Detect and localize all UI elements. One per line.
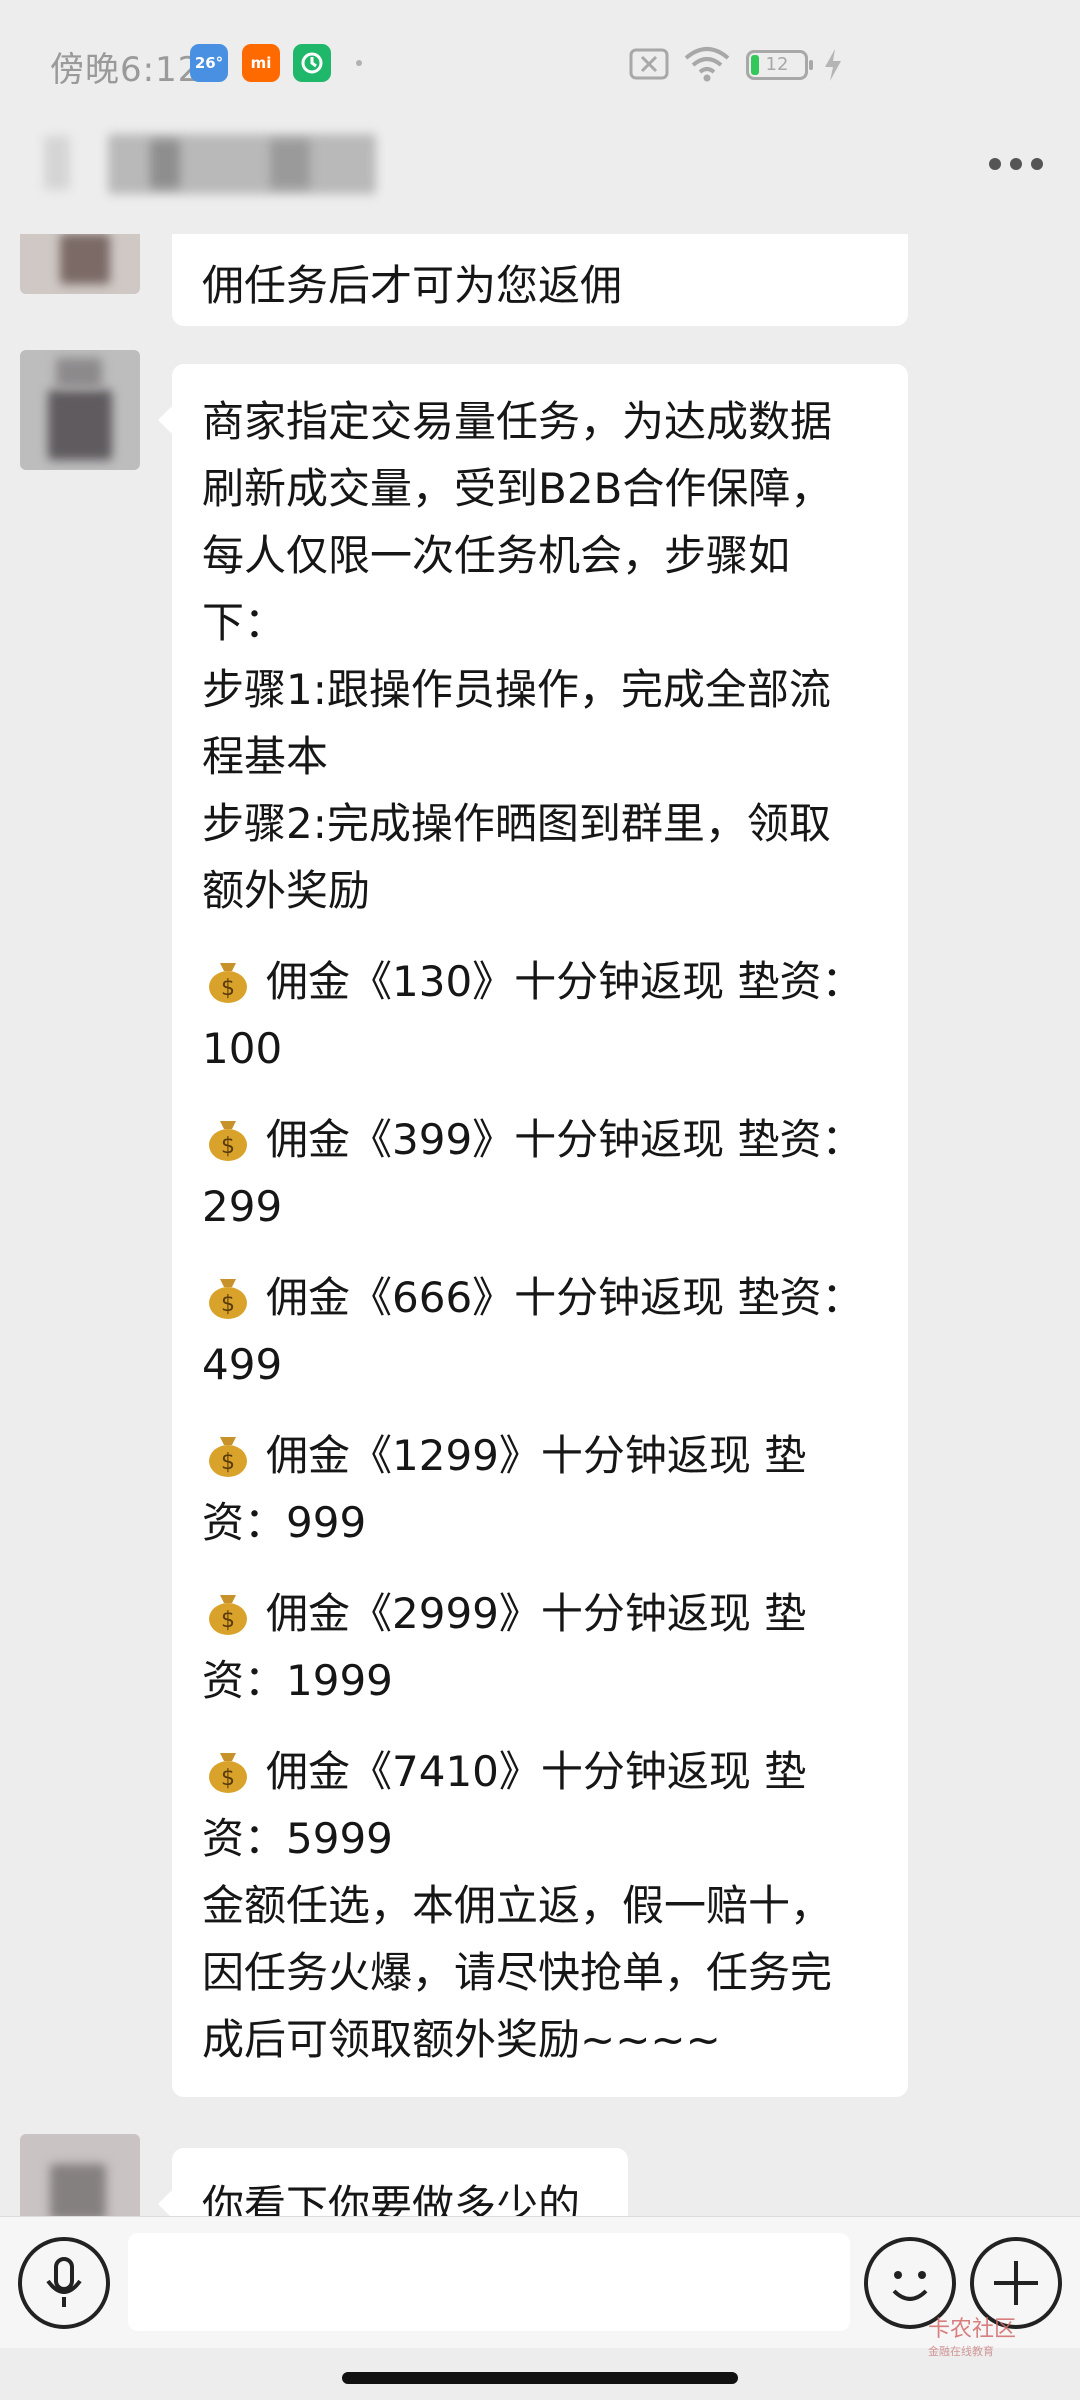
commission-line: 100 <box>202 1024 283 1073</box>
weather-app-icon: 26° <box>190 44 228 82</box>
input-bar: 卡农社区 金融在线教育 <box>0 2216 1080 2358</box>
svg-text:$: $ <box>221 1292 235 1317</box>
chat-header <box>0 96 1080 234</box>
chat-title-blurred <box>108 134 376 194</box>
chat-area: 佣任务后才可为您返佣 商家指定交易量任务，为达成数据 刷新成交量，受到B2B合作… <box>0 234 1080 2216</box>
no-sim-icon <box>628 44 670 88</box>
avatar[interactable] <box>20 2134 140 2216</box>
money-bag-icon: $ <box>209 1753 247 1793</box>
commission-item: $ 佣金《1299》十分钟返现 垫 资：999 <box>202 1422 878 1556</box>
notification-dot-icon <box>356 60 362 66</box>
step-text: 程基本 <box>202 732 329 781</box>
svg-text:$: $ <box>221 1608 235 1633</box>
avatar[interactable] <box>20 350 140 470</box>
message-text: 因任务火爆，请尽快抢单，任务完 <box>202 1948 833 1997</box>
svg-text:$: $ <box>221 1766 235 1791</box>
message-text: 每人仅限一次任务机会，步骤如 <box>202 531 791 580</box>
message-input[interactable] <box>128 2233 850 2331</box>
avatar[interactable] <box>20 234 140 294</box>
mi-app-icon: mi <box>242 44 280 82</box>
watermark-text: 卡农社区 <box>927 2317 1016 2342</box>
commission-line: 资：5999 <box>202 1814 393 1863</box>
commission-line: 499 <box>202 1340 283 1389</box>
watermark: 卡农社区 金融在线教育 <box>928 2311 1016 2359</box>
svg-text:$: $ <box>221 976 235 1001</box>
svg-text:$: $ <box>221 1450 235 1475</box>
message-bubble[interactable]: 佣任务后才可为您返佣 <box>172 234 908 326</box>
back-button[interactable] <box>44 136 70 190</box>
commission-line: 佣金《130》十分钟返现 垫资： <box>266 957 864 1006</box>
message-text: 刷新成交量，受到B2B合作保障， <box>202 464 833 513</box>
message-bubble[interactable]: 商家指定交易量任务，为达成数据 刷新成交量，受到B2B合作保障， 每人仅限一次任… <box>158 364 908 2097</box>
money-bag-icon: $ <box>209 963 247 1003</box>
step-text: 步骤2:完成操作晒图到群里，领取 <box>202 799 831 848</box>
commission-line: 佣金《7410》十分钟返现 垫 <box>266 1747 807 1796</box>
commission-item: $ 佣金《7410》十分钟返现 垫 资：5999 <box>202 1738 878 1872</box>
watermark-subtext: 金融在线教育 <box>927 2345 994 2358</box>
step-text: 步骤1:跟操作员操作，完成全部流 <box>202 665 831 714</box>
wifi-icon <box>682 44 732 88</box>
commission-item: $ 佣金《399》十分钟返现 垫资： 299 <box>202 1106 878 1240</box>
green-app-icon <box>293 44 331 82</box>
microphone-icon[interactable] <box>18 2237 110 2329</box>
message-text: 商家指定交易量任务，为达成数据 <box>202 397 833 446</box>
status-bar: 傍晚6:12 26° mi 12 <box>0 0 1080 96</box>
message-text: 佣任务后才可为您返佣 <box>202 261 623 310</box>
charging-icon <box>822 48 844 86</box>
money-bag-icon: $ <box>209 1595 247 1635</box>
message-bubble[interactable]: 你看下你要做多少的 <box>158 2148 628 2216</box>
title-blur-detail-2 <box>270 140 310 188</box>
money-bag-icon: $ <box>209 1437 247 1477</box>
money-bag-icon: $ <box>209 1279 247 1319</box>
commission-line: 资：999 <box>202 1498 367 1547</box>
commission-line: 佣金《2999》十分钟返现 垫 <box>266 1589 807 1638</box>
commission-item: $ 佣金《130》十分钟返现 垫资： 100 <box>202 948 878 1082</box>
commission-line: 佣金《1299》十分钟返现 垫 <box>266 1431 807 1480</box>
step-text: 额外奖励 <box>202 866 371 915</box>
message-text: 下： <box>202 598 287 647</box>
battery-icon: 12 <box>746 50 813 80</box>
title-blur-detail <box>150 140 180 188</box>
commission-line: 299 <box>202 1182 283 1231</box>
message-text: 你看下你要做多少的 <box>202 2181 581 2216</box>
svg-text:$: $ <box>221 1134 235 1159</box>
commission-item: $ 佣金《666》十分钟返现 垫资： 499 <box>202 1264 878 1398</box>
commission-line: 资：1999 <box>202 1656 393 1705</box>
commission-item: $ 佣金《2999》十分钟返现 垫 资：1999 <box>202 1580 878 1714</box>
status-time: 傍晚6:12 <box>50 50 201 90</box>
message-text: 金额任选，本佣立返，假一赔十， <box>202 1881 833 1930</box>
battery-level: 12 <box>765 54 789 75</box>
message-text: 成后可领取额外奖励~~~~ <box>202 2015 721 2064</box>
commission-line: 佣金《666》十分钟返现 垫资： <box>266 1273 864 1322</box>
more-dots-icon[interactable] <box>976 136 1056 192</box>
commission-line: 佣金《399》十分钟返现 垫资： <box>266 1115 864 1164</box>
money-bag-icon: $ <box>209 1121 247 1161</box>
home-indicator[interactable] <box>342 2372 738 2384</box>
